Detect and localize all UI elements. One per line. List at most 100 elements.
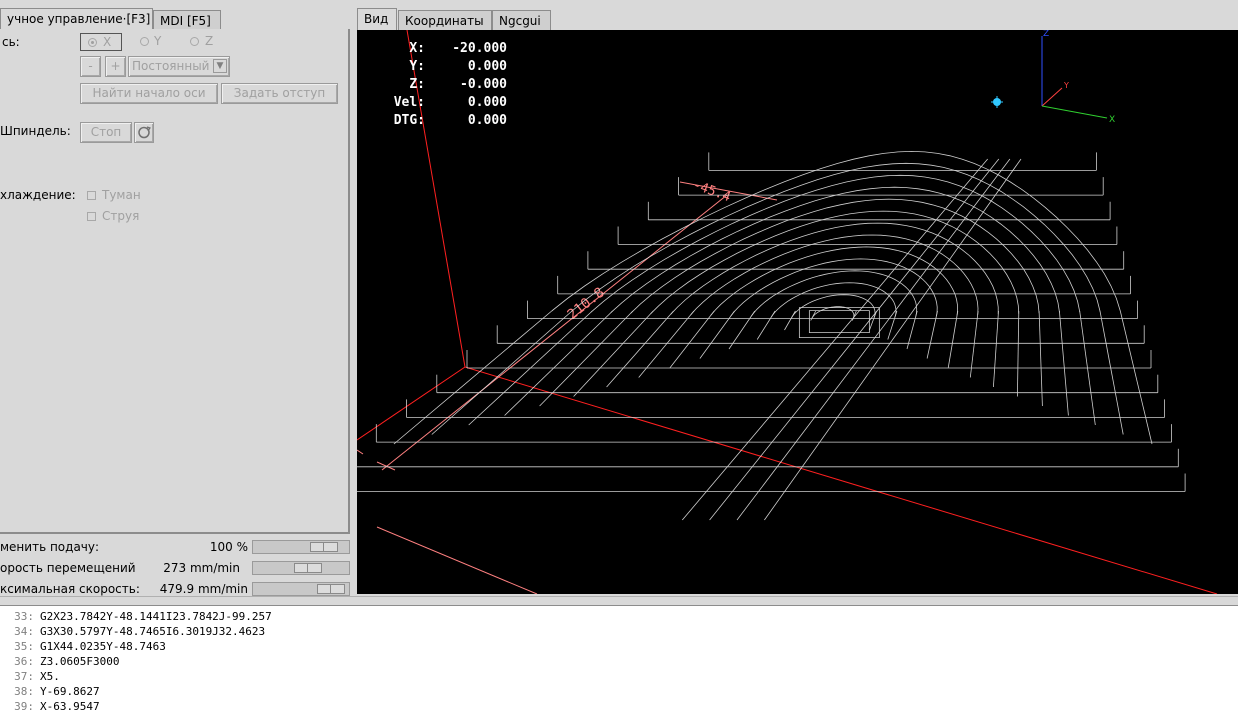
toolpath-segment: [431, 310, 573, 435]
jog-mode-select[interactable]: Постоянный ▼: [128, 56, 230, 77]
feed-override-label: менить подачу:: [0, 540, 100, 554]
dimension-tick-1: [376, 461, 396, 471]
toolpath-segment: [551, 150, 1121, 312]
feed-override-thumb[interactable]: [310, 542, 338, 552]
dimension-label-x: -45.4: [691, 178, 733, 206]
rapid-override-thumb[interactable]: [294, 563, 322, 573]
limit-edge-left: [357, 366, 466, 441]
max-velocity-label: ксимальная скорость:: [0, 582, 140, 596]
gcode-listing[interactable]: 33: G2X23.7842Y-48.1441I23.7842J-99.257 3…: [0, 605, 1238, 717]
toolpath-segment: [690, 234, 979, 316]
gcode-line-text: Y-69.8627: [40, 685, 100, 698]
rapid-override-value: 273 mm/min: [163, 561, 240, 575]
spindle-stop-button[interactable]: Стоп: [80, 122, 132, 143]
toolpath-segment: [393, 310, 552, 445]
top-strip: [0, 0, 1238, 5]
feed-override-value: 100 %: [209, 540, 248, 554]
toolpath-segment: [590, 174, 1081, 313]
toolpath-segment: [504, 310, 613, 416]
rapid-override-slider[interactable]: [252, 561, 350, 575]
toolpath-segment: [573, 310, 654, 397]
tab-mdi-label: MDI [F5]: [160, 14, 211, 28]
home-axis-button[interactable]: Найти начало оси: [80, 83, 218, 104]
gcode-line[interactable]: 37: X5.: [0, 669, 60, 684]
axis-triad: Z Y X: [1041, 30, 1115, 125]
gcode-line-number: 33:: [14, 610, 34, 623]
dro-y-value: 0.000: [467, 59, 507, 74]
toolpath-segment: [571, 162, 1101, 312]
jog-minus-button[interactable]: -: [80, 56, 101, 77]
gcode-line-number: 37:: [14, 670, 34, 683]
dro-dtg-value: 0.000: [467, 113, 507, 128]
gcode-line[interactable]: 36: Z3.0605F3000: [0, 654, 119, 669]
gcode-line-text: G2X23.7842Y-48.1441I23.7842J-99.257: [40, 610, 272, 623]
axis-y-radio[interactable]: [140, 37, 149, 46]
tab-view[interactable]: Вид: [357, 8, 397, 30]
jog-plus-button[interactable]: +: [105, 56, 126, 77]
axis-label: сь:: [2, 35, 20, 49]
toolpath-segment: [1017, 310, 1020, 397]
toolpath-segment: [811, 306, 855, 319]
toolpath-segment: [699, 310, 735, 359]
gcode-line-text: G3X30.5797Y-48.7465I6.3019J32.4623: [40, 625, 266, 638]
dro-z-label: Z:: [409, 77, 425, 92]
tab-coordinates[interactable]: Координаты: [398, 10, 492, 30]
dro-x-value: -20.000: [452, 41, 507, 56]
max-velocity-thumb[interactable]: [317, 584, 345, 594]
toolpath-segment: [810, 310, 817, 321]
tab-view-label: Вид: [364, 12, 389, 26]
gcode-line[interactable]: 35: G1X44.0235Y-48.7463: [0, 639, 166, 654]
toolpath-preview-canvas[interactable]: 210.8 -45.4 Z Y X X: -20.000 Y: 0.000 Z:…: [357, 30, 1238, 594]
axis-x-radio[interactable]: [88, 38, 97, 47]
gcode-line[interactable]: 38: Y-69.8627: [0, 684, 100, 699]
toolpath-segment: [791, 294, 876, 318]
toolpath-segment: [947, 310, 959, 369]
gcode-line-number: 34:: [14, 625, 34, 638]
pane-divider[interactable]: [0, 596, 1238, 604]
tab-manual-control[interactable]: учное управление·[F3]: [0, 8, 153, 30]
spindle-label: Шпиндель:: [0, 124, 71, 138]
toolpath-segment: [670, 222, 999, 315]
toolpath-segment: [669, 310, 715, 369]
toolpath-segment: [808, 310, 870, 333]
chevron-down-icon[interactable]: ▼: [213, 59, 227, 73]
spindle-reverse-button[interactable]: [134, 122, 154, 143]
gcode-line[interactable]: 33: G2X23.7842Y-48.1441I23.7842J-99.257: [0, 609, 272, 624]
dimension-line-y: [381, 194, 728, 471]
gcode-line-text: X-63.9547: [40, 700, 100, 713]
toolpath-segment: [770, 282, 897, 318]
tab-ngcgui-label: Ngcgui: [499, 14, 541, 28]
gcode-line-number: 36:: [14, 655, 34, 668]
coolant-label: хлаждение:: [0, 188, 76, 202]
axis-y-line: [1041, 87, 1063, 107]
feed-override-slider[interactable]: [252, 540, 350, 554]
toolpath-segment: [1038, 310, 1043, 407]
flood-checkbox[interactable]: [87, 212, 96, 221]
toolpath-segment: [736, 158, 1011, 521]
gcode-line[interactable]: 39: X-63.9547: [0, 699, 100, 714]
tab-ngcgui[interactable]: Ngcgui: [492, 10, 551, 30]
touch-off-button[interactable]: Задать отступ: [221, 83, 338, 104]
limit-edge-front: [464, 366, 1218, 594]
gcode-line-number: 38:: [14, 685, 34, 698]
toolpath-segment: [1059, 310, 1069, 416]
axis-x-radio-frame[interactable]: X: [80, 33, 122, 51]
mist-checkbox[interactable]: [87, 191, 96, 200]
tab-manual-label: учное управление·[F3]: [7, 12, 151, 26]
toolpath-segment: [1099, 310, 1124, 435]
axis-x-label: X: [103, 35, 112, 49]
max-velocity-slider[interactable]: [252, 582, 350, 596]
jog-mode-value: Постоянный: [132, 59, 210, 73]
dro-vel-value: 0.000: [467, 95, 507, 110]
dro-z-value: -0.000: [460, 77, 507, 92]
dro-y-label: Y:: [409, 59, 425, 74]
axis-y-label: Y: [154, 34, 162, 48]
tab-mdi[interactable]: MDI [F5]: [153, 10, 221, 30]
toolpath-segment: [638, 310, 695, 378]
toolpath-segment: [869, 310, 877, 331]
gcode-line[interactable]: 34: G3X30.5797Y-48.7465I6.3019J32.4623: [0, 624, 265, 639]
dimension-tick-2: [357, 449, 364, 455]
toolpath-wireframe: [357, 150, 1186, 521]
dimension-lines: [357, 181, 778, 594]
axis-z-radio[interactable]: [190, 37, 199, 46]
